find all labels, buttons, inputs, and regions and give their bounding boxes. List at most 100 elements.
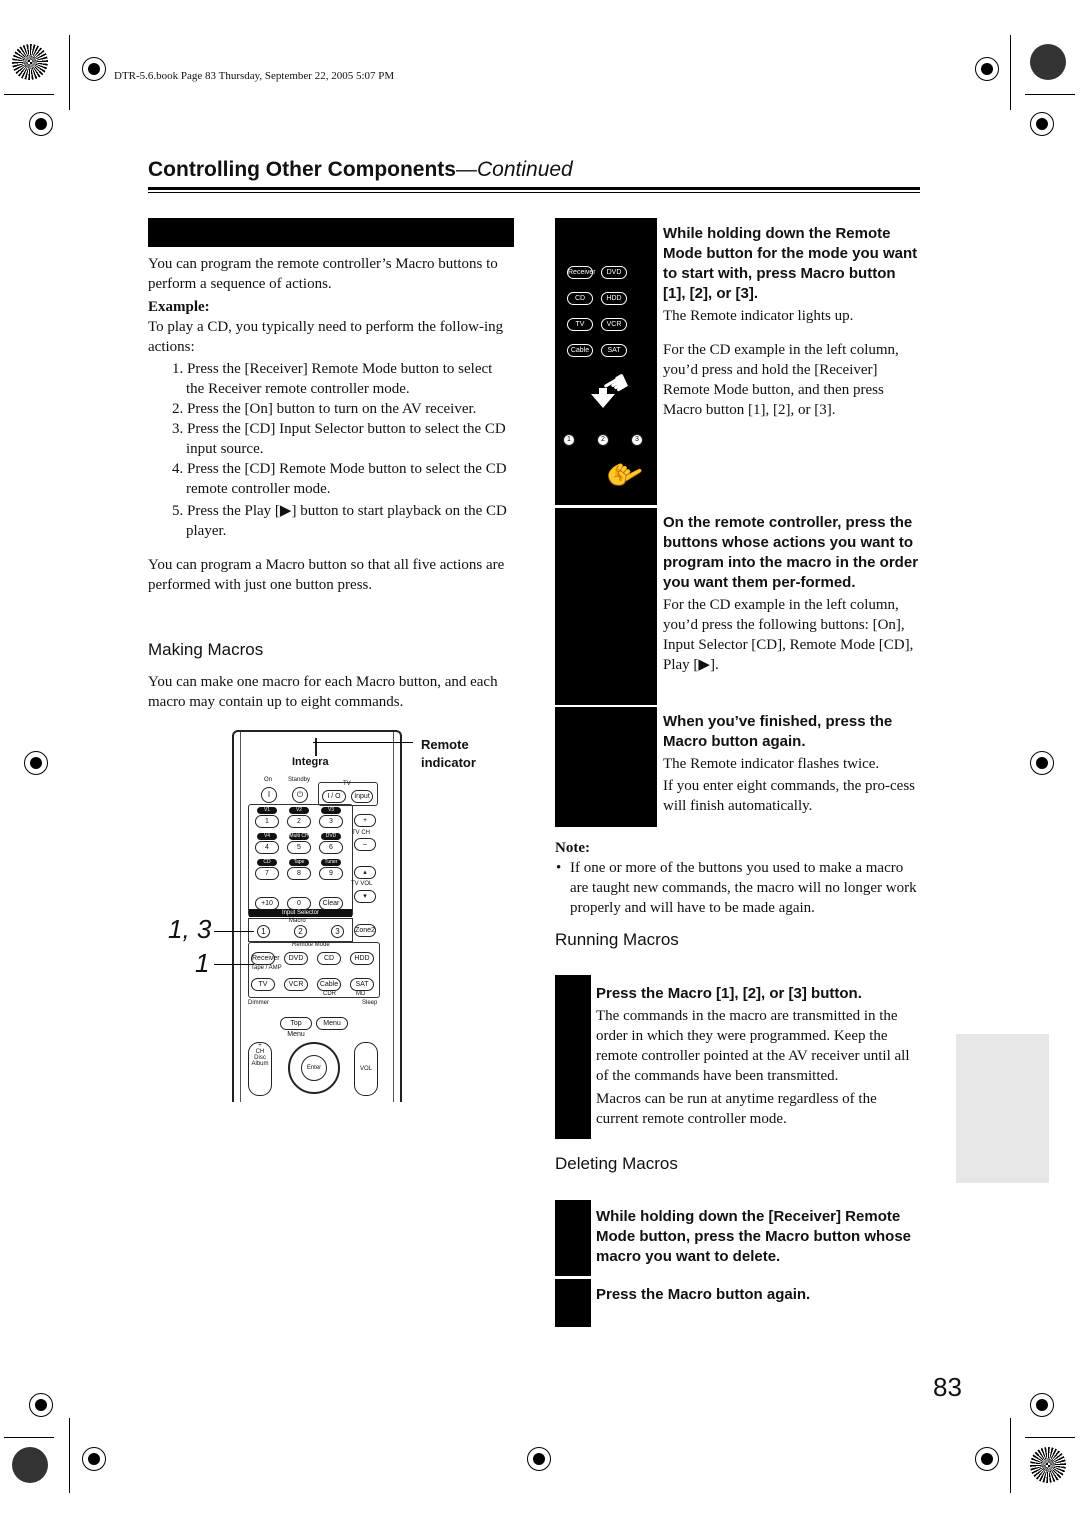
crosshair-icon	[527, 1447, 551, 1471]
macro-3-button: 3	[331, 925, 344, 938]
digit-button: 2	[287, 815, 311, 828]
top-menu-button: Top Menu	[280, 1017, 312, 1038]
example-text: To play a CD, you typically need to perf…	[148, 319, 504, 355]
input-selector-tag: V3	[321, 807, 341, 814]
callout-line	[313, 742, 413, 743]
cursor-pad: Enter	[288, 1042, 340, 1094]
step-2-box	[555, 508, 657, 705]
crosshair-icon	[975, 57, 999, 81]
input-selector-tag: V4	[257, 833, 277, 840]
registration-star-icon	[12, 44, 48, 80]
md-label: MD	[356, 991, 366, 997]
vol-rocker: VOL	[354, 1042, 378, 1096]
delete-step-2-heading: Press the Macro button again.	[596, 1286, 811, 1303]
tape-amp-label: Tape / AMP	[251, 965, 282, 971]
input-selector-tag: CD	[257, 859, 277, 866]
input-selector-tag: Tuner	[321, 859, 341, 866]
macro-button: 3	[631, 434, 643, 446]
run-step-heading: Press the Macro [1], [2], or [3] button.	[596, 985, 862, 1002]
mode-cable: Cable	[317, 978, 341, 991]
sleep-label: Sleep	[362, 1000, 378, 1006]
remote-mode-button: TV	[567, 318, 593, 331]
digit-button: 6	[319, 841, 343, 854]
remote-mode-button: Cable	[567, 344, 593, 357]
input-selector-tag: V1	[257, 807, 277, 814]
registration-star-icon	[1030, 44, 1066, 80]
mode-cd: CD	[317, 952, 341, 965]
enter-button: Enter	[301, 1055, 327, 1081]
step-1-heading: While holding down the Remote Mode butto…	[663, 225, 918, 302]
crop-line	[4, 1437, 54, 1438]
crosshair-icon	[29, 1393, 53, 1417]
remote-mode-label: Remote Mode	[292, 942, 330, 948]
digit-button: 1	[255, 815, 279, 828]
tv-ch-up: +	[354, 814, 376, 827]
delete-step-1-heading: While holding down the [Receiver] Remote…	[596, 1208, 911, 1265]
mode-sat: SAT	[350, 978, 374, 991]
on-label: On	[264, 777, 273, 783]
ch-rocker: + CH Disc Album	[248, 1042, 272, 1096]
making-macros-text: You can make one macro for each Macro bu…	[148, 674, 498, 710]
digit-button: 9	[319, 867, 343, 880]
standby-button: ⏻	[292, 787, 308, 803]
step-1-text: The Remote indicator lights up.	[663, 308, 854, 324]
step-2-heading: On the remote controller, press the butt…	[663, 514, 919, 591]
input-selector-tag: V2	[289, 807, 309, 814]
deleting-macros-heading: Deleting Macros	[555, 1154, 678, 1173]
step-3-text: The Remote indicator flashes twice.	[663, 756, 880, 772]
crop-line	[1010, 35, 1011, 110]
zone2-button: Zone2	[354, 924, 376, 937]
input-selector-tag: Multi CH	[289, 833, 309, 840]
remote-brand-logo: Integra	[292, 756, 329, 768]
title-rule	[148, 187, 920, 190]
crop-line	[69, 1418, 70, 1493]
standby-label: Standby	[288, 777, 311, 783]
tv-vol-up: ▴	[354, 866, 376, 879]
remote-mode-button: HDD	[601, 292, 627, 305]
mode-dvd: DVD	[284, 952, 308, 965]
step-3-heading: When you’ve finished, press the Macro bu…	[663, 713, 893, 750]
tv-ch-label: TV CH	[352, 830, 370, 836]
page-number: 83	[933, 1372, 962, 1402]
crosshair-icon	[82, 1447, 106, 1471]
callout-line	[214, 931, 254, 932]
mode-hdd: HDD	[350, 952, 374, 965]
crop-line	[4, 94, 54, 95]
mode-receiver: Receiver	[251, 952, 280, 965]
menu-button: Menu	[316, 1017, 348, 1030]
example-steps: 1. Press the [Receiver] Remote Mode butt…	[148, 359, 514, 541]
remote-mode-button: SAT	[601, 344, 627, 357]
crop-line	[69, 35, 70, 110]
callout-1: 1	[195, 948, 210, 978]
crosshair-icon	[1030, 751, 1054, 775]
input-selector-tag: Tape	[289, 859, 309, 866]
dimmer-label: Dimmer	[248, 1000, 269, 1006]
example-step: 3. Press the [CD] Input Selector button …	[172, 421, 506, 457]
crop-line	[1010, 1418, 1011, 1493]
making-macros-heading: Making Macros	[148, 640, 264, 659]
remote-indicator-led	[315, 738, 317, 756]
crosshair-icon	[82, 57, 106, 81]
step-1-image: Receiver DVD CD HDD TV VCR Cable SAT 1 2 3 ☚ ☝	[555, 218, 657, 505]
macro-2-button: 2	[294, 925, 307, 938]
on-button: I	[261, 787, 277, 803]
digit-button: 4	[255, 841, 279, 854]
registration-star-icon	[1030, 1447, 1066, 1483]
mode-vcr: VCR	[284, 978, 308, 991]
intro-text: You can program the remote controller’s …	[148, 256, 498, 292]
remote-mode-group: Remote Mode Receiver DVD CD HDD Tape / A…	[248, 942, 380, 998]
side-tab	[956, 1034, 1049, 1183]
step-3-box	[555, 707, 657, 827]
page-title: Controlling Other Components—Continued	[148, 158, 573, 182]
input-selector-group: V1 V2 V3 V4 Multi CH DVD CD Tape Tuner 1 2 3 4 5 6 7 8 9 +…	[248, 804, 353, 917]
cdr-label: CDR	[323, 991, 336, 997]
tv-label: TV	[343, 781, 351, 787]
macro-group: Macro 1 2 3	[248, 918, 353, 942]
input-selector-tag: DVD	[321, 833, 341, 840]
registration-star-icon	[12, 1447, 48, 1483]
print-header: DTR-5.6.book Page 83 Thursday, September…	[114, 70, 395, 82]
callout-line	[214, 964, 254, 965]
manual-page: DTR-5.6.book Page 83 Thursday, September…	[0, 0, 1080, 1528]
macro-button: 1	[563, 434, 575, 446]
run-step-text: The commands in the macro are transmitte…	[596, 1008, 910, 1084]
